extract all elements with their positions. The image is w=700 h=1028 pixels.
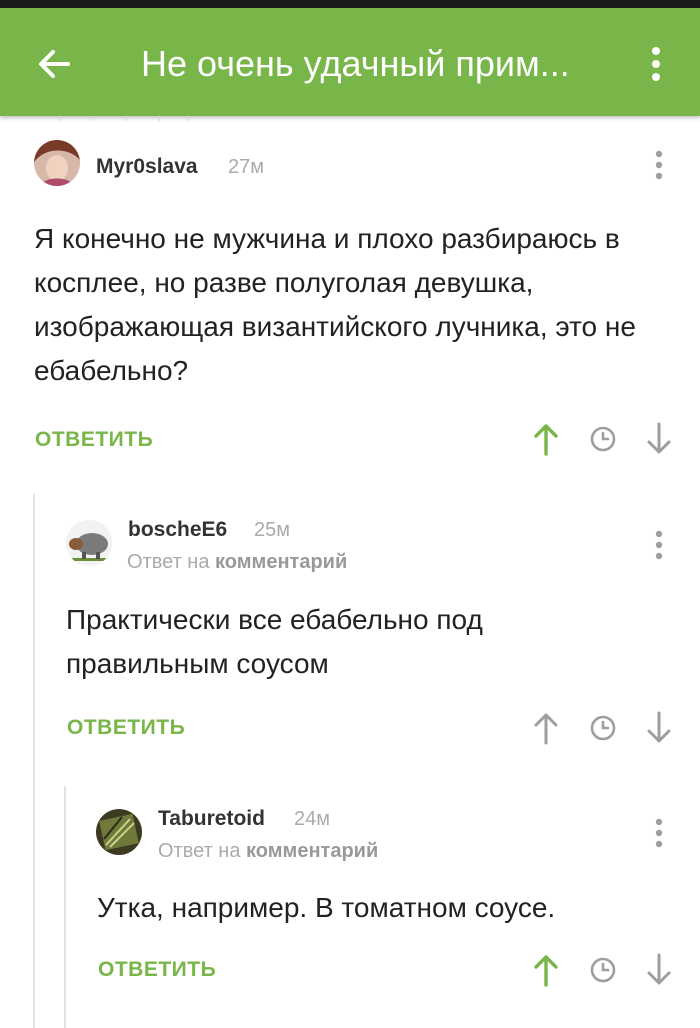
upvote-arrow-icon[interactable] xyxy=(531,711,561,745)
arrow-left-icon[interactable] xyxy=(28,38,80,90)
reply-to-link[interactable]: комментарий xyxy=(246,840,378,862)
reply-to-info: Ответ на комментарий xyxy=(127,551,347,574)
comment: Myr0slava 27м Я конечно не мужчина и пло… xyxy=(0,130,700,470)
thread-depth-ticks xyxy=(60,116,200,122)
comment-body: Утка, например. В томатном соусе. xyxy=(97,892,556,923)
comment: boscheE6 25м Ответ на комментарий Практи… xyxy=(0,505,700,765)
more-vertical-icon[interactable] xyxy=(647,815,671,851)
comment-author[interactable]: Myr0slava xyxy=(96,155,198,179)
more-vertical-icon[interactable] xyxy=(647,527,671,563)
comment-body: Я конечно не мужчина и плохо разбираюсь … xyxy=(34,223,636,386)
page-title: Не очень удачный прим... xyxy=(141,43,570,84)
comment-author[interactable]: boscheE6 xyxy=(128,518,227,542)
comment-time: 27м xyxy=(228,156,264,178)
more-vertical-icon[interactable] xyxy=(636,38,676,90)
downvote-arrow-icon[interactable] xyxy=(644,711,674,745)
clock-icon[interactable] xyxy=(588,711,618,745)
reply-button[interactable]: ОТВЕТИТЬ xyxy=(35,428,153,452)
clock-icon[interactable] xyxy=(588,953,618,987)
upvote-arrow-icon[interactable] xyxy=(531,953,561,987)
avatar[interactable] xyxy=(96,809,142,855)
comment-author[interactable]: Taburetoid xyxy=(158,807,265,831)
clock-icon[interactable] xyxy=(588,422,618,456)
reply-to-prefix: Ответ на xyxy=(127,551,210,573)
avatar[interactable] xyxy=(34,140,80,186)
reply-to-link[interactable]: комментарий xyxy=(215,551,347,573)
reply-button[interactable]: ОТВЕТИТЬ xyxy=(98,958,216,982)
reply-to-prefix: Ответ на xyxy=(158,840,241,862)
upvote-arrow-icon[interactable] xyxy=(531,422,561,456)
comment-time: 24м xyxy=(294,808,330,830)
reply-button[interactable]: ОТВЕТИТЬ xyxy=(67,716,185,740)
status-bar xyxy=(0,0,700,8)
reply-to-info: Ответ на комментарий xyxy=(158,840,378,863)
more-vertical-icon[interactable] xyxy=(647,147,671,183)
app-bar: Не очень удачный прим... xyxy=(0,8,700,116)
downvote-arrow-icon[interactable] xyxy=(644,422,674,456)
avatar[interactable] xyxy=(66,520,112,566)
comment: Taburetoid 24м Ответ на комментарий Утка… xyxy=(0,795,700,1028)
downvote-arrow-icon[interactable] xyxy=(644,953,674,987)
comment-time: 25м xyxy=(254,519,290,541)
comment-body: Практически все ебабельно под правильным… xyxy=(66,604,483,679)
